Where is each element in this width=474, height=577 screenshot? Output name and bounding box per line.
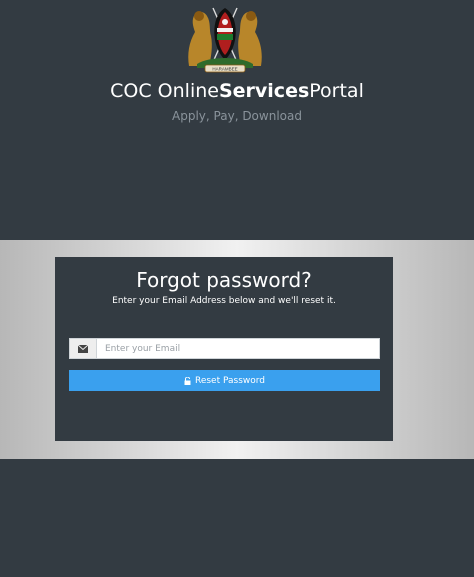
form-title: Forgot password?: [136, 268, 312, 292]
title-prefix: COC Online: [110, 80, 219, 102]
email-input-group: [69, 338, 380, 359]
portal-tagline: Apply, Pay, Download: [172, 109, 302, 123]
reset-button-label: Reset Password: [194, 375, 266, 386]
forgot-password-card: Forgot password? Enter your Email Addres…: [55, 257, 393, 441]
coat-of-arms-logo: HARAMBEE: [188, 7, 262, 73]
emblem-motto: HARAMBEE: [212, 67, 237, 72]
email-field[interactable]: [97, 339, 379, 358]
title-bold: Services: [218, 80, 310, 102]
unlock-icon: [184, 376, 191, 385]
title-suffix: Portal: [309, 80, 364, 102]
reset-password-button[interactable]: Reset Password: [69, 370, 380, 391]
footer-band: [0, 459, 474, 577]
form-subtitle: Enter your Email Address below and we'll…: [112, 296, 336, 306]
portal-title: COC OnlineServicesPortal: [0, 78, 474, 104]
envelope-icon: [70, 339, 97, 358]
